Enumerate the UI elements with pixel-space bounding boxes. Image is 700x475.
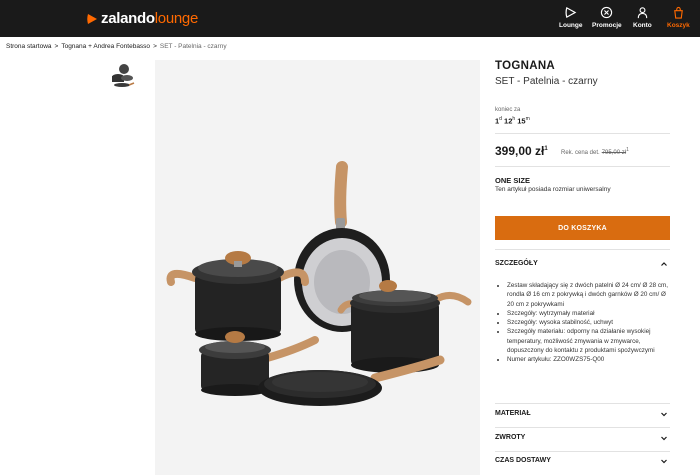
account-icon <box>637 7 648 19</box>
details-item: Szczegóły: wytrzymały materiał <box>507 309 670 318</box>
divider <box>495 451 670 452</box>
divider <box>495 166 670 167</box>
nav-lounge[interactable]: Lounge <box>559 6 582 29</box>
delivery-accordion-header[interactable]: CZAS DOSTAWY <box>495 457 551 464</box>
details-item: Szczegóły materiału: odporny na działani… <box>507 327 670 355</box>
product-image[interactable] <box>155 60 480 475</box>
chevron-up-icon[interactable] <box>660 260 668 268</box>
breadcrumb-separator: > <box>153 43 157 50</box>
top-header: zalandolounge Lounge Promocje Konto Kosz… <box>0 0 700 37</box>
lounge-icon <box>565 6 577 19</box>
divider <box>495 133 670 134</box>
cart-icon <box>674 6 683 19</box>
size-description: Ten artykuł posiada rozmiar uniwersalny <box>495 186 611 193</box>
details-content: Zestaw składający się z dwóch patelni Ø … <box>495 281 670 365</box>
product-thumbnail[interactable] <box>110 61 135 89</box>
chevron-down-icon[interactable] <box>660 434 668 442</box>
material-accordion-header[interactable]: MATERIAŁ <box>495 410 531 417</box>
product-name: SET - Patelnia - czarny <box>495 76 598 87</box>
divider <box>495 403 670 404</box>
left-casserole-pot <box>166 251 309 341</box>
countdown-timer: 1d 12h 15m <box>495 116 530 126</box>
add-to-cart-button[interactable]: DO KOSZYKA <box>495 216 670 240</box>
details-accordion-header[interactable]: SZCZEGÓŁY <box>495 260 538 267</box>
promo-icon <box>601 6 613 19</box>
details-item: Numer artykułu: ZZO0WZS75-Q00 <box>507 355 670 364</box>
product-info-panel: TOGNANA SET - Patelnia - czarny koniec z… <box>495 60 670 464</box>
nav-konto-label: Konto <box>633 22 652 29</box>
nav-promocje-label: Promocje <box>592 22 622 29</box>
logo-text-zalando: zalando <box>101 10 155 27</box>
chevron-down-icon[interactable] <box>660 410 668 418</box>
large-stock-pot <box>337 280 472 373</box>
nav-koszyk-label: Koszyk <box>667 22 690 29</box>
divider <box>495 427 670 428</box>
nav-promocje[interactable]: Promocje <box>592 6 622 29</box>
breadcrumb-current: SET - Patelnia - czarny <box>159 43 227 50</box>
nav-konto[interactable]: Konto <box>633 6 652 29</box>
product-price: 399,00 zł1 <box>495 144 548 158</box>
front-frying-pan <box>258 355 445 406</box>
logo-icon <box>87 13 97 24</box>
breadcrumb-separator: > <box>54 43 59 50</box>
recommended-retail-price: Rek. cena det. 795,00 zł1 <box>561 147 629 156</box>
returns-accordion-header[interactable]: ZWROTY <box>495 434 525 441</box>
cookware-set-illustration <box>166 161 472 406</box>
zalando-lounge-logo[interactable]: zalandolounge <box>86 10 198 27</box>
size-title: ONE SIZE <box>495 176 531 185</box>
product-brand[interactable]: TOGNANA <box>495 60 670 72</box>
nav-lounge-label: Lounge <box>559 22 583 29</box>
breadcrumb-brand[interactable]: Tognana + Andrea Fontebasso <box>61 43 150 50</box>
details-item: Szczegóły: wysoka stabilność, uchwyt <box>507 318 670 327</box>
details-item: Zestaw składający się z dwóch patelni Ø … <box>507 281 670 309</box>
ends-in-label: koniec za <box>495 107 521 113</box>
breadcrumb: Strona startowa > Tognana + Andrea Fonteba… <box>6 43 227 50</box>
nav-koszyk[interactable]: Koszyk <box>667 6 690 29</box>
breadcrumb-home[interactable]: Strona startowa <box>6 43 52 50</box>
divider <box>495 249 670 250</box>
logo-text-lounge: lounge <box>154 10 199 27</box>
chevron-down-icon[interactable] <box>660 457 668 465</box>
